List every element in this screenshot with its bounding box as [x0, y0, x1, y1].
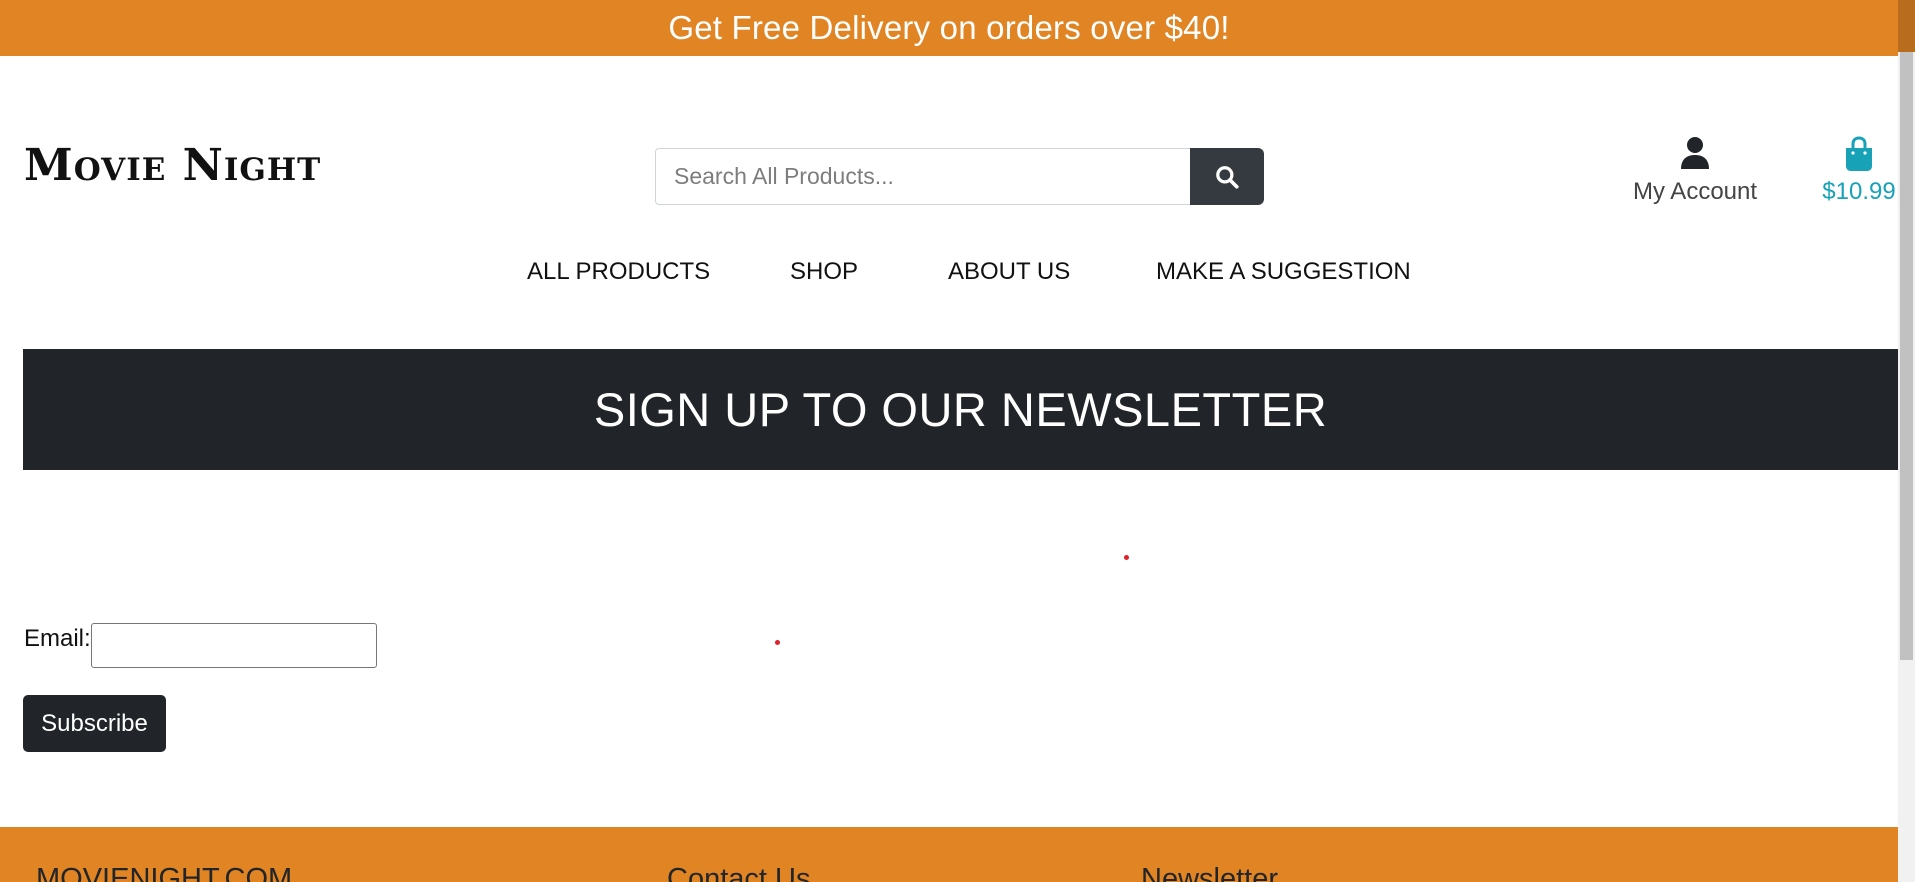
shopping-bag-icon — [1846, 136, 1872, 171]
footer-heading-contact: Contact Us — [667, 863, 811, 882]
footer: MOVIENIGHT.COM Contact Us Newsletter — [0, 827, 1898, 882]
footer-heading-site: MOVIENIGHT.COM — [36, 863, 293, 882]
shopping-bag-link[interactable]: $10.99 — [1820, 136, 1898, 206]
search-button[interactable] — [1190, 148, 1264, 205]
main-nav: ALL PRODUCTS SHOP ABOUT US MAKE A SUGGES… — [0, 258, 1898, 288]
newsletter-header: SIGN UP TO OUR NEWSLETTER — [23, 349, 1898, 470]
page: Get Free Delivery on orders over $40! Mo… — [0, 0, 1898, 882]
scrollbar[interactable] — [1898, 0, 1915, 882]
free-delivery-banner: Get Free Delivery on orders over $40! — [0, 0, 1898, 56]
email-label: Email: — [24, 625, 91, 652]
bag-total: $10.99 — [1822, 178, 1896, 205]
nav-shop[interactable]: SHOP — [790, 258, 858, 286]
nav-make-a-suggestion[interactable]: MAKE A SUGGESTION — [1156, 258, 1411, 286]
email-input[interactable] — [91, 623, 377, 668]
footer-heading-newsletter: Newsletter — [1141, 863, 1278, 882]
my-account-label: My Account — [1632, 178, 1758, 205]
red-dot — [775, 640, 780, 645]
search-form — [655, 148, 1264, 205]
scrollbar-thumb[interactable] — [1900, 0, 1913, 660]
site-logo[interactable]: Movie Night — [24, 140, 321, 191]
user-icon — [1681, 137, 1709, 169]
scrollbar-top-segment — [1898, 0, 1915, 52]
subscribe-button[interactable]: Subscribe — [23, 695, 166, 752]
search-icon — [1216, 165, 1239, 189]
search-input[interactable] — [655, 148, 1190, 205]
nav-all-products[interactable]: ALL PRODUCTS — [527, 258, 710, 286]
red-dot — [1124, 555, 1129, 560]
nav-about-us[interactable]: ABOUT US — [948, 258, 1070, 286]
newsletter-heading: SIGN UP TO OUR NEWSLETTER — [593, 383, 1328, 436]
banner-text: Get Free Delivery on orders over $40! — [668, 9, 1230, 46]
my-account-link[interactable]: My Account — [1620, 136, 1770, 206]
